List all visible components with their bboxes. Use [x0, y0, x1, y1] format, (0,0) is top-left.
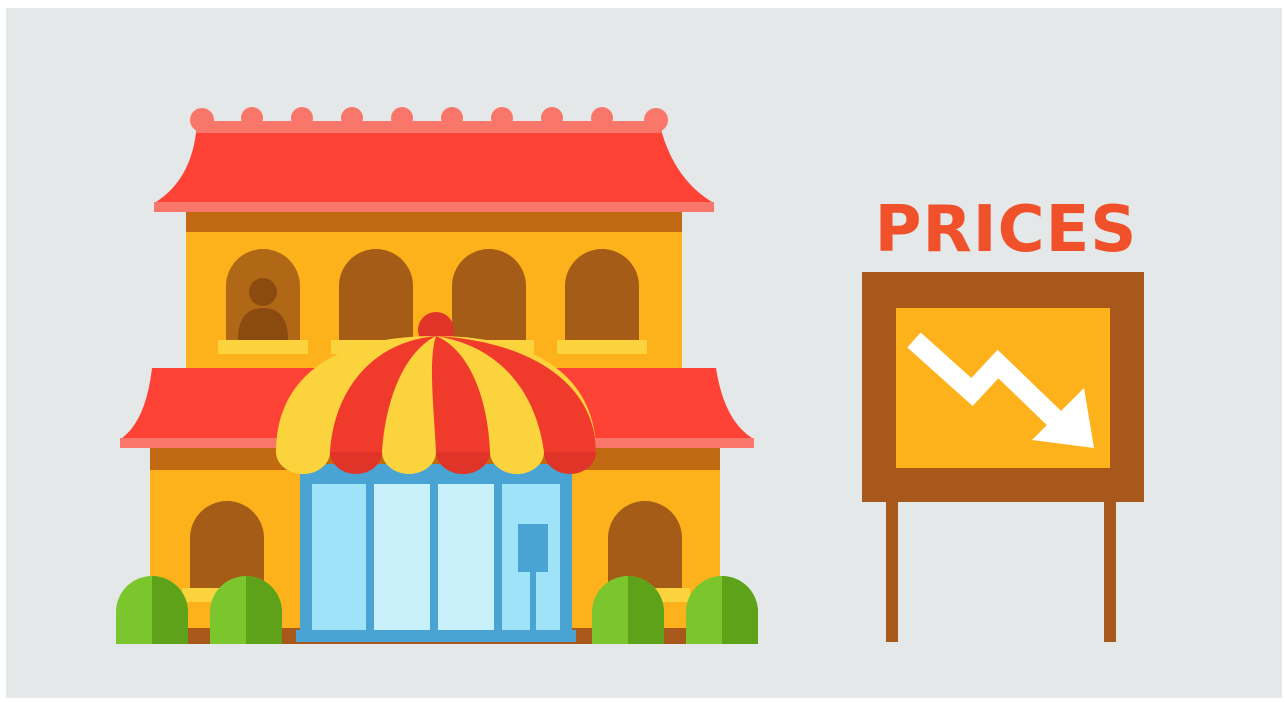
price-sign [862, 272, 1144, 642]
door-handle-icon [518, 524, 548, 572]
roof-eave [154, 202, 714, 212]
sign-post-right [1104, 496, 1116, 642]
upper-wall-shadow [186, 210, 682, 232]
window-sill [218, 340, 308, 354]
roof-ridge [196, 121, 662, 133]
upper-window [339, 249, 413, 340]
window-sill [557, 340, 647, 354]
storefront-glass-door [296, 464, 576, 642]
shop-building [116, 107, 758, 644]
door-threshold [296, 630, 576, 642]
person-head-icon [249, 278, 277, 306]
upper-window [452, 249, 526, 340]
prices-label: PRICES [874, 193, 1138, 267]
sign-post-left [886, 496, 898, 642]
roof-body [156, 133, 712, 202]
door-handle-bar [530, 572, 536, 630]
top-roof [154, 107, 714, 212]
upper-window [565, 249, 639, 340]
glass-pane [438, 484, 494, 630]
glass-pane [312, 484, 366, 630]
glass-pane [374, 484, 430, 630]
shop-price-illustration [116, 107, 1144, 644]
